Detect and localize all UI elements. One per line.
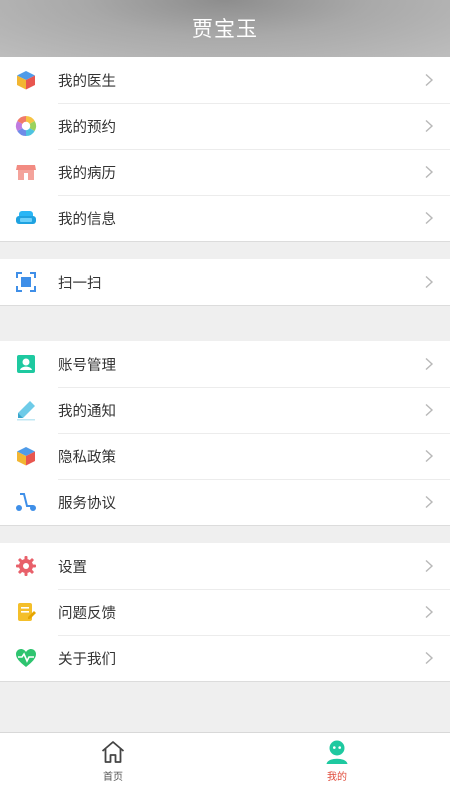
menu-item-label: 我的通知 xyxy=(58,403,116,420)
menu-item-label: 我的预约 xyxy=(58,119,116,136)
chevron-right-icon xyxy=(422,73,436,87)
scooter-icon xyxy=(15,491,37,513)
profile-icon xyxy=(324,739,350,765)
menu-group-personal: 我的医生 我的预约 我的病历 我的信息 xyxy=(0,57,450,242)
chevron-right-icon xyxy=(422,403,436,417)
cube-icon xyxy=(15,69,37,91)
chevron-right-icon xyxy=(422,357,436,371)
chevron-right-icon xyxy=(422,559,436,573)
bottom-tab-bar: 首页 我的 xyxy=(0,732,450,801)
menu-item-label: 设置 xyxy=(58,559,87,576)
sofa-icon xyxy=(15,207,37,229)
menu-item-label: 关于我们 xyxy=(58,651,116,668)
chevron-right-icon xyxy=(422,449,436,463)
menu-item-my-appointment[interactable]: 我的预约 xyxy=(0,103,450,149)
menu-item-account-management[interactable]: 账号管理 xyxy=(0,341,450,387)
chevron-right-icon xyxy=(422,211,436,225)
menu-item-my-notifications[interactable]: 我的通知 xyxy=(0,387,450,433)
chevron-right-icon xyxy=(422,275,436,289)
account-icon xyxy=(15,353,37,375)
tab-label: 我的 xyxy=(327,772,347,783)
menu-item-my-doctor[interactable]: 我的医生 xyxy=(0,57,450,103)
chevron-right-icon xyxy=(422,165,436,179)
header-bar: 贾宝玉 xyxy=(0,0,450,57)
menu-item-label: 问题反馈 xyxy=(58,605,116,622)
tab-home[interactable]: 首页 xyxy=(53,733,173,801)
chevron-right-icon xyxy=(422,651,436,665)
menu-item-label: 我的医生 xyxy=(58,73,116,90)
menu-item-label: 我的信息 xyxy=(58,211,116,228)
menu-item-feedback[interactable]: 问题反馈 xyxy=(0,589,450,635)
menu-item-my-info[interactable]: 我的信息 xyxy=(0,195,450,241)
scan-icon xyxy=(15,271,37,293)
home-icon xyxy=(100,739,126,765)
shop-icon xyxy=(15,161,37,183)
pencil-icon xyxy=(15,399,37,421)
aperture-icon xyxy=(15,115,37,137)
menu-item-label: 隐私政策 xyxy=(58,449,116,466)
menu-item-privacy-policy[interactable]: 隐私政策 xyxy=(0,433,450,479)
menu-item-label: 我的病历 xyxy=(58,165,116,182)
heart-icon xyxy=(15,647,37,669)
chevron-right-icon xyxy=(422,495,436,509)
menu-group-scan: 扫一扫 xyxy=(0,259,450,306)
gear-icon xyxy=(15,555,37,577)
page-title: 贾宝玉 xyxy=(192,16,258,41)
menu-group-settings: 设置 问题反馈 关于我们 xyxy=(0,543,450,682)
menu-item-my-records[interactable]: 我的病历 xyxy=(0,149,450,195)
menu-item-label: 扫一扫 xyxy=(58,275,102,292)
menu-item-service-agreement[interactable]: 服务协议 xyxy=(0,479,450,525)
menu-group-account: 账号管理 我的通知 隐私政策 服务协议 xyxy=(0,341,450,526)
tab-mine[interactable]: 我的 xyxy=(277,733,397,801)
chevron-right-icon xyxy=(422,605,436,619)
tab-label: 首页 xyxy=(103,772,123,783)
menu-item-scan[interactable]: 扫一扫 xyxy=(0,259,450,305)
feedback-icon xyxy=(15,601,37,623)
menu-item-about-us[interactable]: 关于我们 xyxy=(0,635,450,681)
menu-item-label: 账号管理 xyxy=(58,357,116,374)
chevron-right-icon xyxy=(422,119,436,133)
menu-item-label: 服务协议 xyxy=(58,495,116,512)
menu-item-settings[interactable]: 设置 xyxy=(0,543,450,589)
cube-icon xyxy=(15,445,37,467)
